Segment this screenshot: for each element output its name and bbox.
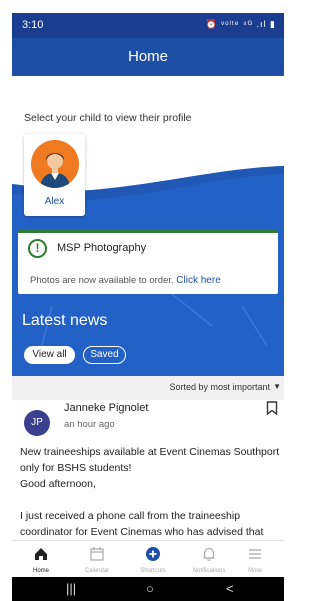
post-paragraph: I just received a phone call from the tr… (20, 510, 264, 538)
back-button[interactable]: < (226, 581, 234, 596)
notice-card[interactable]: ! MSP Photography Photos are now availab… (18, 230, 278, 294)
notice-message: Photos are now available to order. (30, 275, 174, 286)
nav-home[interactable]: Home (14, 541, 68, 578)
plus-circle-icon (146, 547, 160, 561)
child-card[interactable]: Alex (24, 134, 85, 216)
sort-label: Sorted by most important (169, 382, 270, 392)
exclamation-circle-icon: ! (28, 239, 47, 258)
news-post[interactable]: JP Janneke Pignolet an hour ago New trai… (12, 400, 284, 540)
status-bar: 3:10 ⏰ ᵛᵒˡᵗᵉ ⁴ᴳ .ıl ▮ (12, 13, 284, 38)
notice-text: Photos are now available to order. Click… (30, 275, 221, 286)
bell-icon (203, 547, 215, 561)
sort-bar[interactable]: Sorted by most important ▼ (12, 376, 284, 400)
saved-button[interactable]: Saved (83, 346, 126, 364)
bookmark-icon[interactable] (266, 401, 278, 420)
author-avatar: JP (24, 410, 50, 436)
post-paragraph: Good afternoon, (20, 478, 96, 490)
latest-news-title: Latest news (22, 312, 108, 329)
home-button[interactable]: ○ (146, 581, 154, 596)
calendar-icon (90, 547, 104, 561)
nav-shortcuts[interactable]: Shortcuts (126, 541, 180, 578)
post-author: Janneke Pignolet (64, 402, 149, 414)
phone-screen: 3:10 ⏰ ᵛᵒˡᵗᵉ ⁴ᴳ .ıl ▮ Home Select your c… (12, 13, 284, 601)
status-time: 3:10 (22, 19, 44, 31)
child-avatar (31, 140, 79, 188)
notice-link[interactable]: Click here (176, 275, 220, 286)
recents-button[interactable]: ||| (66, 581, 76, 596)
nav-more[interactable]: More (228, 541, 282, 578)
child-name: Alex (44, 196, 65, 207)
student-avatar-icon (31, 140, 79, 188)
nav-label: More (248, 568, 262, 574)
post-body: New traineeships available at Event Cine… (20, 444, 280, 540)
nav-label: Home (32, 568, 49, 574)
bottom-nav: Home Calendar Shortcuts Notifications Mo… (12, 540, 284, 577)
app-header: Home (12, 38, 284, 76)
select-child-prompt: Select your child to view their profile (24, 112, 192, 124)
caret-down-icon: ▼ (273, 382, 281, 391)
nav-calendar[interactable]: Calendar (70, 541, 124, 578)
nav-label: Shortcuts (140, 568, 166, 574)
view-all-button[interactable]: View all (24, 346, 75, 364)
post-time: an hour ago (64, 419, 115, 430)
page-title: Home (127, 48, 168, 65)
notice-title: MSP Photography (57, 242, 147, 254)
post-gap (20, 492, 280, 508)
status-icons: ⏰ ᵛᵒˡᵗᵉ ⁴ᴳ .ıl ▮ (205, 19, 276, 29)
hero-section: Select your child to view their profile … (12, 76, 284, 376)
post-paragraph: New traineeships available at Event Cine… (20, 446, 280, 474)
menu-icon (249, 549, 261, 559)
home-icon (35, 548, 47, 560)
system-nav-bar: ||| ○ < (12, 577, 284, 601)
nav-label: Calendar (84, 568, 110, 574)
